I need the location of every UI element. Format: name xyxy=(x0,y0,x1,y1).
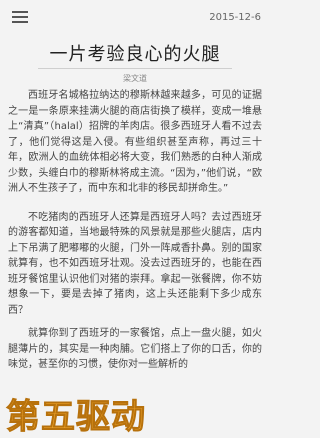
article-author: 梁文道 xyxy=(123,74,147,83)
article-paragraph: 西班牙名城格拉纳达的穆斯林越来越多，可见的证据之一是一条原来挂满火腿的商店街换了… xyxy=(8,90,262,194)
title-divider xyxy=(38,68,232,69)
article-title: 一片考验良心的火腿 xyxy=(49,44,221,65)
hamburger-menu-icon[interactable] xyxy=(12,11,28,23)
top-bar: 2015-12-6 xyxy=(0,0,270,34)
article-paragraph: 不吃猪肉的西班牙人还算是西班牙人吗？去过西班牙的游客都知道，当地最特殊的风景就是… xyxy=(8,211,262,316)
article-date: 2015-12-6 xyxy=(209,11,261,23)
watermark-logo: 第五驱动 xyxy=(0,394,270,437)
article-paragraph: 就算你到了西班牙的一家餐馆，点上一盘火腿，如火腿薄片的，其实是一种肉脯。它们搭上… xyxy=(8,328,262,370)
watermark-text: 第五驱动 xyxy=(6,396,146,437)
article-body: 西班牙名城格拉纳达的穆斯林越来越多，可见的证据之一是一条原来挂满火腿的商店街换了… xyxy=(8,88,262,381)
